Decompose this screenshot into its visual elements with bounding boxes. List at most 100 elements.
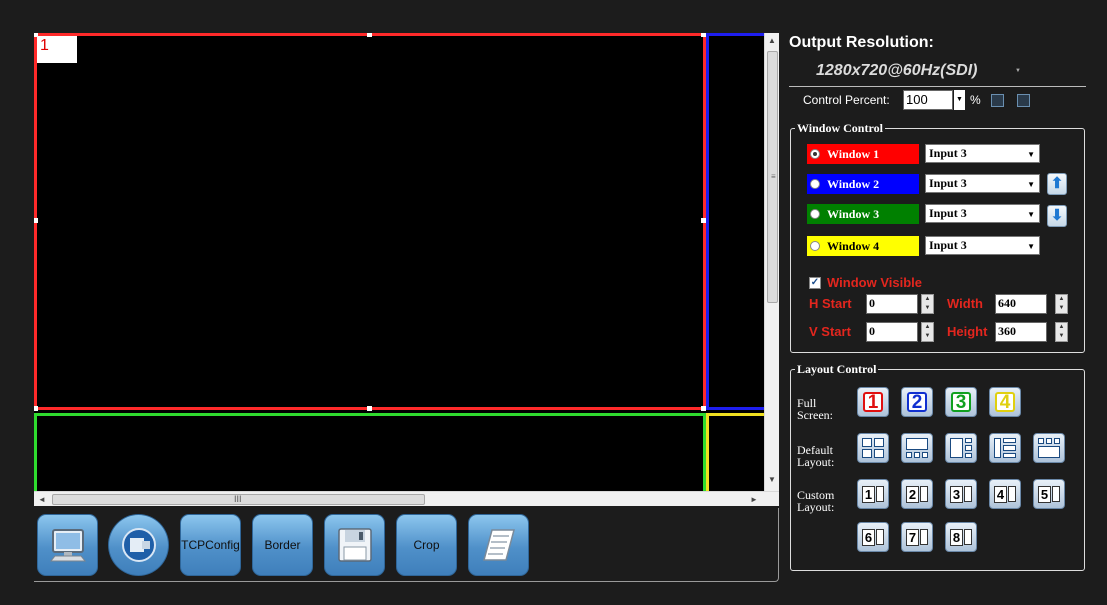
custom-layout-2-button[interactable]: 2: [901, 479, 933, 509]
percent-unit: %: [970, 93, 981, 107]
scroll-left-icon[interactable]: ◄: [38, 495, 46, 504]
v-start-label: V Start: [809, 324, 851, 339]
default-layout-1-button[interactable]: [857, 433, 889, 463]
window-2-option[interactable]: Window 2: [807, 174, 919, 194]
chevron-down-icon: ▼: [1027, 180, 1035, 189]
crop-button[interactable]: Crop: [396, 514, 457, 576]
width-input[interactable]: 640: [995, 294, 1047, 314]
default-layout-2-button[interactable]: [901, 433, 933, 463]
save-button[interactable]: [324, 514, 385, 576]
pip-right-layout-icon: [950, 438, 972, 458]
bottom-toolbar: TCPConfig Border Crop: [34, 508, 779, 582]
window-3-option[interactable]: Window 3: [807, 204, 919, 224]
window-1-option[interactable]: Window 1: [807, 144, 919, 164]
window-3-frame[interactable]: [34, 413, 706, 491]
width-label: Width: [947, 296, 983, 311]
tcpconfig-button[interactable]: TCPConfig: [180, 514, 241, 576]
radio-icon[interactable]: [810, 209, 820, 219]
vertical-scroll-thumb[interactable]: ≡: [767, 51, 778, 303]
grip-icon: III: [234, 494, 242, 504]
full-screen-2-button[interactable]: 2: [901, 387, 933, 417]
move-down-button[interactable]: ⬇: [1047, 205, 1067, 227]
full-screen-3-button[interactable]: 3: [945, 387, 977, 417]
custom-layout-label: Custom Layout:: [797, 488, 835, 514]
height-spinner[interactable]: ▲ ▼: [1055, 322, 1068, 342]
window-1-label: Window 1: [827, 147, 880, 161]
move-up-button[interactable]: ⬆: [1047, 173, 1067, 195]
grip-icon: ≡: [771, 172, 776, 181]
v-start-spinner[interactable]: ▲ ▼: [921, 322, 934, 342]
window-2-input-select[interactable]: Input 3 ▼: [925, 174, 1040, 193]
chevron-down-icon[interactable]: ▼: [954, 90, 965, 110]
horizontal-scroll-thumb[interactable]: III: [52, 494, 425, 505]
custom-layout-6-button[interactable]: 6: [857, 522, 889, 552]
number-4-icon: 4: [995, 392, 1015, 412]
scroll-down-icon[interactable]: ▼: [768, 475, 776, 484]
v-start-input[interactable]: 0: [866, 322, 918, 342]
resize-handle[interactable]: [701, 218, 706, 223]
h-start-spinner[interactable]: ▲ ▼: [921, 294, 934, 314]
chevron-down-icon: ▼: [1027, 150, 1035, 159]
h-start-input[interactable]: 0: [866, 294, 918, 314]
h-start-label: H Start: [809, 296, 852, 311]
number-2-icon: 2: [907, 392, 927, 412]
window-3-input-select[interactable]: Input 3 ▼: [925, 204, 1040, 223]
chevron-down-icon[interactable]: ▼: [1015, 68, 1021, 74]
default-layout-5-button[interactable]: [1033, 433, 1065, 463]
custom-layout-3-button[interactable]: 3: [945, 479, 977, 509]
resize-handle[interactable]: [701, 33, 706, 37]
radio-icon[interactable]: [810, 179, 820, 189]
window-2-frame[interactable]: [706, 33, 764, 410]
resize-handle[interactable]: [701, 406, 706, 411]
custom-layout-3-icon: 3: [949, 485, 973, 503]
resize-handle[interactable]: [34, 33, 38, 37]
resize-handle[interactable]: [34, 218, 38, 223]
custom-layout-7-button[interactable]: 7: [901, 522, 933, 552]
control-percent-input[interactable]: 100: [903, 90, 953, 110]
arrow-up-icon: ⬆: [1050, 175, 1064, 192]
custom-layout-6-icon: 6: [861, 528, 885, 546]
window-4-option[interactable]: Window 4: [807, 236, 919, 256]
scroll-up-icon[interactable]: ▲: [768, 36, 776, 45]
window-4-input-value: Input 3: [929, 238, 967, 252]
scroll-right-icon[interactable]: ►: [750, 495, 758, 504]
full-screen-1-button[interactable]: 1: [857, 387, 889, 417]
window-control-group: Window Control Window 1 Input 3 ▼ Window…: [790, 121, 1085, 353]
custom-layout-5-button[interactable]: 5: [1033, 479, 1065, 509]
border-button[interactable]: Border: [252, 514, 313, 576]
window-4-frame[interactable]: [706, 413, 764, 491]
window-layout-canvas[interactable]: 1: [34, 33, 764, 491]
custom-layout-1-button[interactable]: 1: [857, 479, 889, 509]
window-control-title: Window Control: [795, 121, 885, 136]
window-2-input-value: Input 3: [929, 176, 967, 190]
output-resolution-value[interactable]: 1280x720@60Hz(SDI): [816, 62, 977, 80]
window-4-input-select[interactable]: Input 3 ▼: [925, 236, 1040, 255]
radio-icon[interactable]: [810, 241, 820, 251]
notes-button[interactable]: [468, 514, 529, 576]
window-1-input-select[interactable]: Input 3 ▼: [925, 144, 1040, 163]
height-input[interactable]: 360: [995, 322, 1047, 342]
resize-handle[interactable]: [367, 406, 372, 411]
width-spinner[interactable]: ▲ ▼: [1055, 294, 1068, 314]
default-layout-3-button[interactable]: [945, 433, 977, 463]
input-device-icon: [121, 528, 156, 562]
resize-handle[interactable]: [367, 33, 372, 37]
window-2-label: Window 2: [827, 177, 880, 191]
input-source-button[interactable]: [108, 514, 169, 576]
horizontal-scrollbar[interactable]: ◄ III ►: [34, 491, 779, 506]
snap-icon[interactable]: [991, 94, 1004, 107]
resize-handle[interactable]: [34, 406, 38, 411]
vertical-scrollbar[interactable]: ▲ ≡ ▼: [764, 33, 779, 491]
pip-bottom-layout-icon: [906, 438, 928, 458]
window-visible-checkbox[interactable]: ✓: [809, 277, 821, 289]
custom-layout-8-button[interactable]: 8: [945, 522, 977, 552]
radio-selected-icon[interactable]: [810, 149, 820, 159]
layout-control-group: Layout Control Full Screen: Default Layo…: [790, 362, 1085, 571]
display-button[interactable]: [37, 514, 98, 576]
window-1-frame[interactable]: 1: [34, 33, 706, 410]
custom-layout-4-button[interactable]: 4: [989, 479, 1021, 509]
chevron-down-icon: ▼: [1027, 210, 1035, 219]
fit-icon[interactable]: [1017, 94, 1030, 107]
full-screen-4-button[interactable]: 4: [989, 387, 1021, 417]
default-layout-4-button[interactable]: [989, 433, 1021, 463]
